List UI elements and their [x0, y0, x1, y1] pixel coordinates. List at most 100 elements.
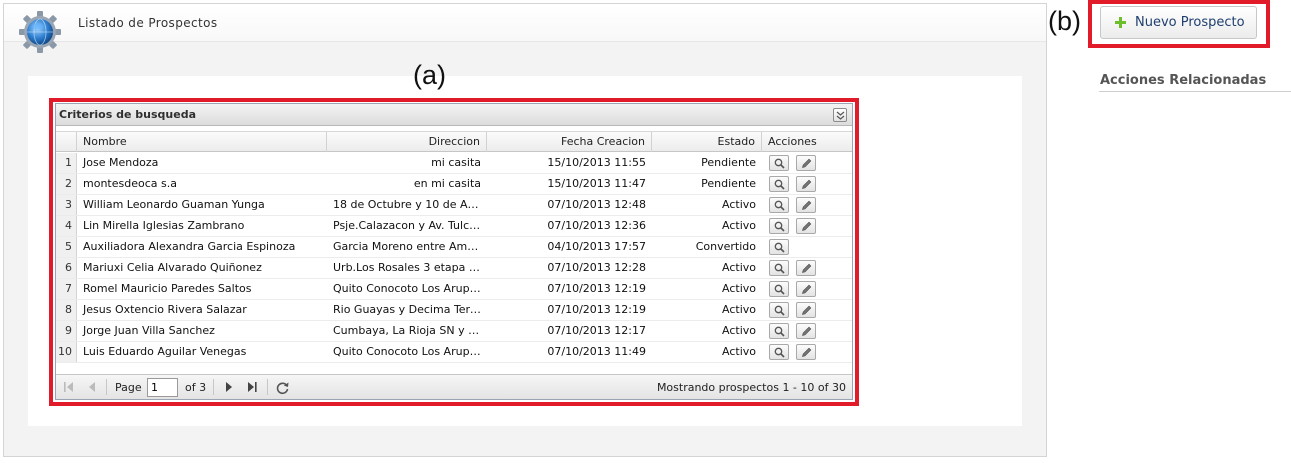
view-button[interactable]: [769, 218, 789, 234]
view-button[interactable]: [769, 323, 789, 339]
column-header-direccion[interactable]: Direccion: [327, 132, 487, 152]
view-button[interactable]: [769, 281, 789, 297]
nombre-cell: Lin Mirella Iglesias Zambrano: [83, 219, 245, 232]
table-row[interactable]: 7 Romel Mauricio Paredes Saltos Quito Cono…: [56, 279, 852, 300]
estado-cell: Activo: [722, 303, 756, 316]
row-number-cell: 3: [56, 195, 77, 215]
direccion-cell: Rio Guayas y Decima Tercera: [333, 303, 487, 316]
view-button[interactable]: [769, 260, 789, 276]
row-number-cell: 1: [56, 153, 77, 173]
estado-cell: Activo: [722, 345, 756, 358]
magnifier-icon: [774, 284, 785, 295]
grid-title-bar: Criterios de busqueda: [56, 104, 852, 126]
edit-button[interactable]: [796, 260, 816, 276]
fecha-cell: 15/10/2013 11:55: [547, 156, 646, 169]
nombre-cell: Jesus Oxtencio Rivera Salazar: [83, 303, 247, 316]
table-row[interactable]: 8 Jesus Oxtencio Rivera Salazar Rio Guayas…: [56, 300, 852, 321]
table-row[interactable]: 6 Mariuxi Celia Alvarado Quiñonez Urb.Los …: [56, 258, 852, 279]
annotation-label-a: (a): [413, 60, 446, 90]
column-header-acciones: Acciones: [768, 135, 817, 148]
direccion-cell: mi casita: [431, 156, 481, 169]
nombre-cell: Mariuxi Celia Alvarado Quiñonez: [83, 261, 262, 274]
view-button[interactable]: [769, 176, 789, 192]
view-button[interactable]: [769, 197, 789, 213]
fecha-cell: 15/10/2013 11:47: [547, 177, 646, 190]
estado-cell: Activo: [722, 261, 756, 274]
page-title: Listado de Prospectos: [78, 16, 218, 30]
edit-button[interactable]: [796, 155, 816, 171]
view-button[interactable]: [769, 344, 789, 360]
table-row[interactable]: 4 Lin Mirella Iglesias Zambrano Psje.Calaz…: [56, 216, 852, 237]
view-button[interactable]: [769, 155, 789, 171]
pencil-icon: [802, 347, 812, 357]
paging-toolbar: Page of 3 Mostrando prospectos 1 - 10 of…: [56, 374, 852, 399]
edit-button[interactable]: [796, 281, 816, 297]
paging-display-message: Mostrando prospectos 1 - 10 of 30: [656, 381, 846, 394]
direccion-cell: Quito Conocoto Los Arupos ...: [333, 345, 487, 358]
table-row[interactable]: 9 Jorge Juan Villa Sanchez Cumbaya, La Rio…: [56, 321, 852, 342]
pencil-icon: [802, 284, 812, 294]
refresh-icon[interactable]: [275, 380, 290, 395]
pencil-icon: [802, 179, 812, 189]
table-row[interactable]: 2 montesdeoca s.a en mi casita 15/10/2013 1…: [56, 174, 852, 195]
estado-cell: Activo: [722, 198, 756, 211]
prev-page-icon[interactable]: [85, 381, 99, 393]
column-header-fecha[interactable]: Fecha Creacion: [487, 132, 652, 152]
edit-button[interactable]: [796, 302, 816, 318]
row-number-cell: 9: [56, 321, 77, 341]
page-count-label: of 3: [185, 381, 207, 394]
table-row[interactable]: 5 Auxiliadora Alexandra Garcia Espinoza Ga…: [56, 237, 852, 258]
magnifier-icon: [774, 263, 785, 274]
new-prospect-button[interactable]: Nuevo Prospecto: [1100, 6, 1257, 39]
nombre-cell: Romel Mauricio Paredes Saltos: [83, 282, 252, 295]
fecha-cell: 07/10/2013 11:49: [547, 345, 646, 358]
column-header-estado[interactable]: Estado: [652, 132, 762, 152]
nombre-cell: Luis Eduardo Aguilar Venegas: [83, 345, 247, 358]
last-page-icon[interactable]: [245, 381, 259, 393]
column-header-nombre[interactable]: Nombre: [77, 132, 327, 152]
nombre-cell: Auxiliadora Alexandra Garcia Espinoza: [83, 240, 296, 253]
new-prospect-label: Nuevo Prospecto: [1135, 15, 1245, 30]
view-button[interactable]: [769, 239, 789, 255]
edit-button[interactable]: [796, 176, 816, 192]
next-page-icon[interactable]: [222, 381, 236, 393]
edit-button[interactable]: [796, 197, 816, 213]
magnifier-icon: [774, 179, 785, 190]
table-row[interactable]: 10 Luis Eduardo Aguilar Venegas Quito Cono…: [56, 342, 852, 363]
nombre-cell: William Leonardo Guaman Yunga: [83, 198, 265, 211]
estado-cell: Convertido: [695, 240, 756, 253]
globe-gear-icon: [19, 11, 61, 53]
toolbar-separator: [106, 379, 107, 395]
toolbar-separator: [213, 379, 214, 395]
pencil-icon: [802, 305, 812, 315]
direccion-cell: Psje.Calazacon y Av. Tulcan...: [333, 219, 487, 232]
table-row[interactable]: 1 Jose Mendoza mi casita 15/10/2013 11:55 Pe…: [56, 153, 852, 174]
collapse-button[interactable]: [833, 108, 847, 122]
edit-button[interactable]: [796, 218, 816, 234]
magnifier-icon: [774, 326, 785, 337]
prospects-grid: Criterios de busqueda Nombre Direccion F…: [55, 103, 853, 400]
direccion-cell: en mi casita: [413, 177, 481, 190]
nombre-cell: Jorge Juan Villa Sanchez: [83, 324, 215, 337]
row-number-cell: 7: [56, 279, 77, 299]
magnifier-icon: [774, 242, 785, 253]
plus-icon: [1115, 17, 1126, 28]
direccion-cell: Garcia Moreno entre Americ...: [333, 240, 487, 253]
row-number-cell: 5: [56, 237, 77, 257]
related-actions-title: Acciones Relacionadas: [1100, 73, 1267, 88]
direccion-cell: Cumbaya, La Rioja SN y Jor...: [333, 324, 487, 337]
page-label: Page: [115, 381, 142, 394]
pencil-icon: [802, 221, 812, 231]
edit-button[interactable]: [796, 323, 816, 339]
table-row[interactable]: 3 William Leonardo Guaman Yunga 18 de Octu…: [56, 195, 852, 216]
fecha-cell: 04/10/2013 17:57: [547, 240, 646, 253]
annotation-label-b: (b): [1048, 6, 1081, 36]
edit-button[interactable]: [796, 344, 816, 360]
main-header: Listado de Prospectos: [4, 4, 1046, 42]
magnifier-icon: [774, 158, 785, 169]
fecha-cell: 07/10/2013 12:36: [547, 219, 646, 232]
page-number-input[interactable]: [147, 378, 178, 397]
first-page-icon[interactable]: [62, 381, 76, 393]
view-button[interactable]: [769, 302, 789, 318]
estado-cell: Pendiente: [701, 156, 756, 169]
